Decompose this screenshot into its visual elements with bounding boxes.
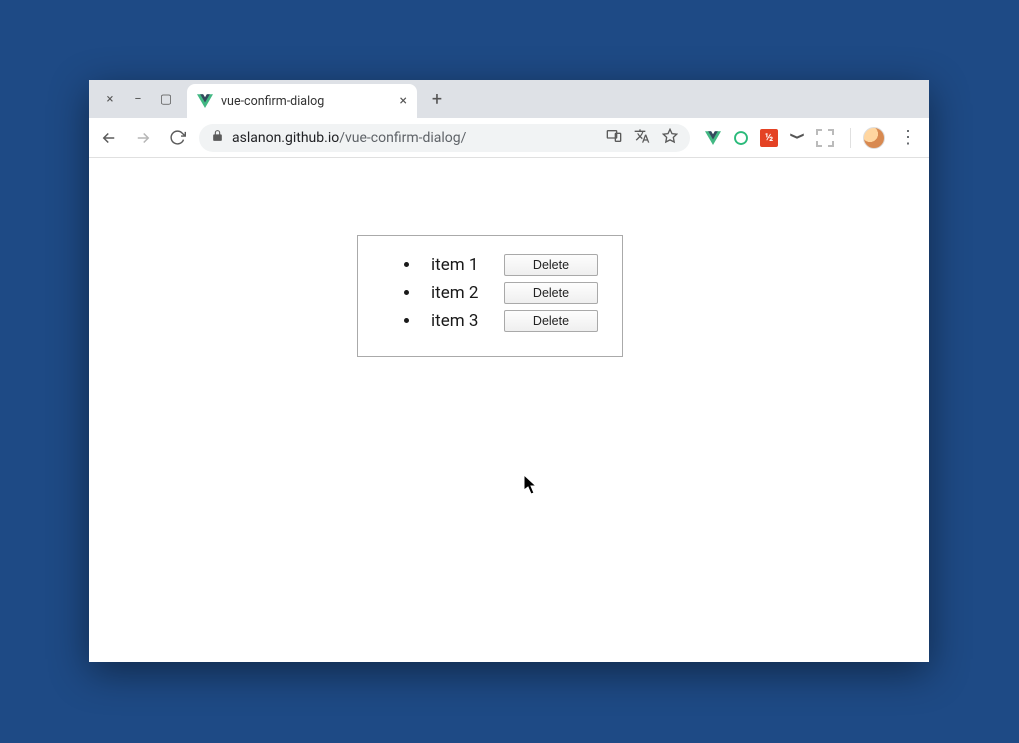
devices-icon[interactable]: [606, 128, 622, 148]
item-label: item 3: [404, 311, 478, 331]
tab-strip: × − ▢ vue-confirm-dialog × +: [89, 80, 929, 118]
item-label: item 2: [404, 283, 478, 303]
url-domain: aslanon.github.io: [232, 130, 339, 146]
page-viewport: item 1 Delete item 2 Delete item 3 Delet…: [89, 158, 929, 662]
translate-icon[interactable]: [634, 128, 650, 148]
red-ext-icon[interactable]: ½: [760, 129, 778, 147]
circle-ext-icon[interactable]: [732, 129, 750, 147]
menu-button[interactable]: ⋮: [895, 127, 921, 148]
square-ext-icon[interactable]: [816, 129, 834, 147]
delete-button[interactable]: Delete: [504, 310, 598, 332]
reload-button[interactable]: [165, 126, 189, 150]
list-item: item 2 Delete: [404, 282, 598, 304]
tab-list: vue-confirm-dialog ×: [187, 80, 417, 118]
item-list: item 1 Delete item 2 Delete item 3 Delet…: [382, 254, 598, 332]
star-icon[interactable]: [662, 128, 678, 148]
window-minimize-button[interactable]: −: [131, 92, 145, 107]
forward-button[interactable]: [131, 126, 155, 150]
delete-button[interactable]: Delete: [504, 282, 598, 304]
extension-icons: ½: [700, 129, 838, 147]
profile-avatar[interactable]: [863, 127, 885, 149]
item-panel: item 1 Delete item 2 Delete item 3 Delet…: [357, 235, 623, 357]
item-label: item 1: [404, 255, 478, 275]
address-bar[interactable]: aslanon.github.io/vue-confirm-dialog/: [199, 124, 690, 152]
list-item: item 1 Delete: [404, 254, 598, 276]
window-controls: × − ▢: [95, 92, 181, 107]
delete-button[interactable]: Delete: [504, 254, 598, 276]
tab-title: vue-confirm-dialog: [221, 94, 392, 109]
shape-ext-icon[interactable]: [788, 129, 806, 147]
vue-icon: [197, 93, 213, 109]
url-path: /vue-confirm-dialog/: [339, 130, 466, 146]
window-maximize-button[interactable]: ▢: [159, 92, 173, 107]
window-close-button[interactable]: ×: [103, 92, 117, 107]
toolbar-separator: [850, 128, 851, 148]
vue-ext-icon[interactable]: [704, 129, 722, 147]
url-text: aslanon.github.io/vue-confirm-dialog/: [232, 130, 598, 146]
browser-window: × − ▢ vue-confirm-dialog × +: [89, 80, 929, 662]
address-bar-row: aslanon.github.io/vue-confirm-dialog/: [89, 118, 929, 158]
back-button[interactable]: [97, 126, 121, 150]
tab-close-button[interactable]: ×: [400, 93, 407, 109]
browser-tab[interactable]: vue-confirm-dialog ×: [187, 84, 417, 118]
lock-icon: [211, 129, 224, 146]
list-item: item 3 Delete: [404, 310, 598, 332]
new-tab-button[interactable]: +: [425, 89, 449, 110]
